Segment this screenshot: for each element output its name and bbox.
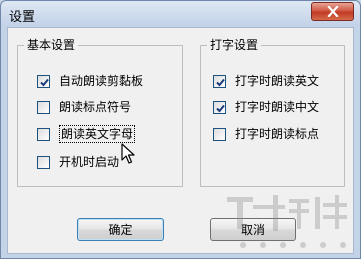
checkbox-label: 朗读标点符号: [59, 100, 132, 114]
typing-settings-group: 打字设置 打字时朗读英文 打字时朗读中文 打字时朗读标点: [200, 37, 345, 187]
close-icon: [326, 6, 339, 17]
check-icon: [40, 78, 49, 86]
check-icon: [216, 104, 225, 112]
checkbox-label: 开机时启动: [59, 155, 120, 169]
checkbox-label: 打字时朗读中文: [235, 100, 320, 114]
close-button[interactable]: [311, 2, 354, 21]
checkbox-box[interactable]: [37, 74, 50, 88]
checkbox-box[interactable]: [37, 155, 50, 169]
checkbox-auto-read-clipboard[interactable]: 自动朗读剪黏板: [37, 72, 143, 90]
basic-settings-group: 基本设置 自动朗读剪黏板 朗读标点符号 朗读英文字母 开机时启动: [17, 37, 183, 187]
checkbox-label: 朗读英文字母: [59, 125, 136, 143]
ok-button[interactable]: 确定: [77, 218, 164, 241]
checkbox-label: 自动朗读剪黏板: [59, 74, 144, 88]
basic-settings-title: 基本设置: [24, 37, 79, 53]
checkbox-box[interactable]: [213, 127, 226, 141]
checkbox-read-english-on-typing[interactable]: 打字时朗读英文: [213, 72, 319, 90]
check-icon: [216, 78, 225, 86]
window-title: 设置: [9, 10, 36, 25]
title-bar[interactable]: 设置: [1, 1, 360, 27]
checkbox-box[interactable]: [37, 127, 50, 141]
typing-settings-title: 打字设置: [207, 37, 262, 53]
checkbox-read-punctuation-on-typing[interactable]: 打字时朗读标点: [213, 125, 319, 143]
checkbox-label: 打字时朗读标点: [235, 127, 320, 141]
checkbox-read-english-letters[interactable]: 朗读英文字母: [37, 125, 136, 143]
checkbox-label: 打字时朗读英文: [235, 74, 320, 88]
checkbox-box[interactable]: [213, 100, 226, 114]
checkbox-box[interactable]: [37, 100, 50, 114]
checkbox-read-chinese-on-typing[interactable]: 打字时朗读中文: [213, 98, 319, 116]
checkbox-start-on-boot[interactable]: 开机时启动: [37, 153, 119, 171]
checkbox-box[interactable]: [213, 74, 226, 88]
checkbox-read-punctuation[interactable]: 朗读标点符号: [37, 98, 131, 116]
watermark-logo-icon: [227, 195, 347, 248]
mouse-cursor-icon: [121, 143, 135, 164]
settings-window: 设置 基本设置 自动朗读剪黏板 朗读标点符号 朗读英文字母 开机时启动 打字设置…: [0, 0, 361, 259]
